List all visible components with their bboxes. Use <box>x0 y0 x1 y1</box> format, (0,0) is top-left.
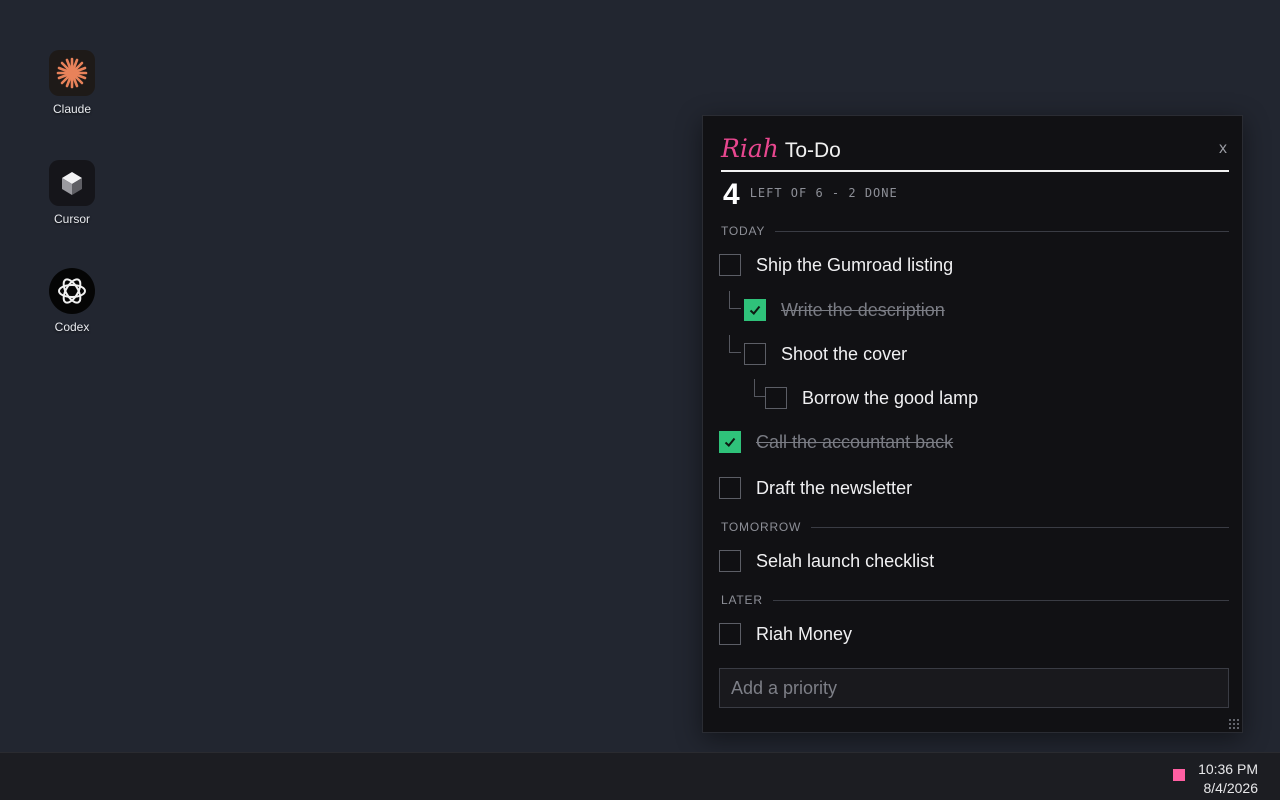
close-button[interactable]: x <box>1219 140 1227 158</box>
section-divider <box>811 526 1229 528</box>
checkmark-icon <box>749 305 761 315</box>
section-today: TODAY <box>721 224 1229 238</box>
task-text: Selah launch checklist <box>756 550 935 571</box>
task-checkbox[interactable] <box>719 254 741 276</box>
subtask-item[interactable]: Borrow the good lamp <box>765 387 978 409</box>
section-later: LATER <box>721 593 1229 607</box>
section-label: LATER <box>721 593 763 607</box>
widget-title: To-Do <box>784 139 841 162</box>
resize-grip-icon[interactable] <box>1228 718 1240 730</box>
desktop-icon-cursor[interactable]: Cursor <box>32 160 112 226</box>
task-item[interactable]: Selah launch checklist <box>719 550 934 572</box>
task-checkbox[interactable] <box>765 387 787 409</box>
task-text: Riah Money <box>756 623 853 644</box>
subtask-item[interactable]: Write the description <box>744 299 945 321</box>
section-label: TODAY <box>721 224 766 238</box>
section-label: TOMORROW <box>721 520 802 534</box>
desktop-icon-codex[interactable]: Codex <box>32 268 112 334</box>
section-tomorrow: TOMORROW <box>721 520 1229 534</box>
desktop-icon-label: Codex <box>54 320 90 334</box>
task-checkbox[interactable] <box>719 477 741 499</box>
task-text: Borrow the good lamp <box>802 387 979 408</box>
taskbar: 10:36 PM 8/4/2026 <box>0 752 1280 800</box>
task-checkbox[interactable] <box>719 623 741 645</box>
checkmark-icon <box>724 437 736 447</box>
remaining-count: 4 <box>723 178 740 211</box>
task-text: Shoot the cover <box>781 343 908 364</box>
clock-time: 10:36 PM <box>1198 761 1258 777</box>
task-checkbox[interactable] <box>719 431 741 453</box>
task-text: Ship the Gumroad listing <box>756 254 954 275</box>
desktop-icon-claude[interactable]: Claude <box>32 50 112 116</box>
desktop-icon-label: Cursor <box>53 212 90 226</box>
tray-status-icon[interactable] <box>1173 769 1185 781</box>
section-divider <box>775 230 1229 232</box>
task-item[interactable]: Draft the newsletter <box>719 477 912 499</box>
subtask-connector <box>729 335 741 353</box>
codex-knot-icon <box>49 268 95 314</box>
widget-header[interactable]: Riah To-Do x <box>721 130 1229 172</box>
section-divider <box>772 599 1229 601</box>
task-text: Write the description <box>781 299 945 320</box>
brand-name: Riah <box>721 134 779 163</box>
task-text: Draft the newsletter <box>756 477 913 498</box>
task-checkbox[interactable] <box>719 550 741 572</box>
subtask-item[interactable]: Shoot the cover <box>744 343 907 365</box>
claude-starburst-icon <box>49 50 95 96</box>
task-text: Call the accountant back <box>756 431 954 452</box>
task-checkbox[interactable] <box>744 343 766 365</box>
task-item[interactable]: Call the accountant back <box>719 431 953 453</box>
add-priority-input[interactable] <box>719 668 1229 708</box>
task-item[interactable]: Ship the Gumroad listing <box>719 254 953 276</box>
taskbar-clock[interactable]: 10:36 PM 8/4/2026 <box>1198 760 1258 798</box>
cursor-cube-icon <box>49 160 95 206</box>
desktop-icon-label: Claude <box>52 102 92 116</box>
counter-summary: LEFT OF 6 - 2 DONE <box>749 186 898 200</box>
subtask-connector <box>729 291 741 309</box>
todo-widget: Riah To-Do x 4 LEFT OF 6 - 2 DONE TODAY … <box>702 115 1243 733</box>
task-checkbox[interactable] <box>744 299 766 321</box>
task-counter: 4 LEFT OF 6 - 2 DONE <box>723 180 898 210</box>
clock-date: 8/4/2026 <box>1203 780 1259 796</box>
task-item[interactable]: Riah Money <box>719 623 852 645</box>
